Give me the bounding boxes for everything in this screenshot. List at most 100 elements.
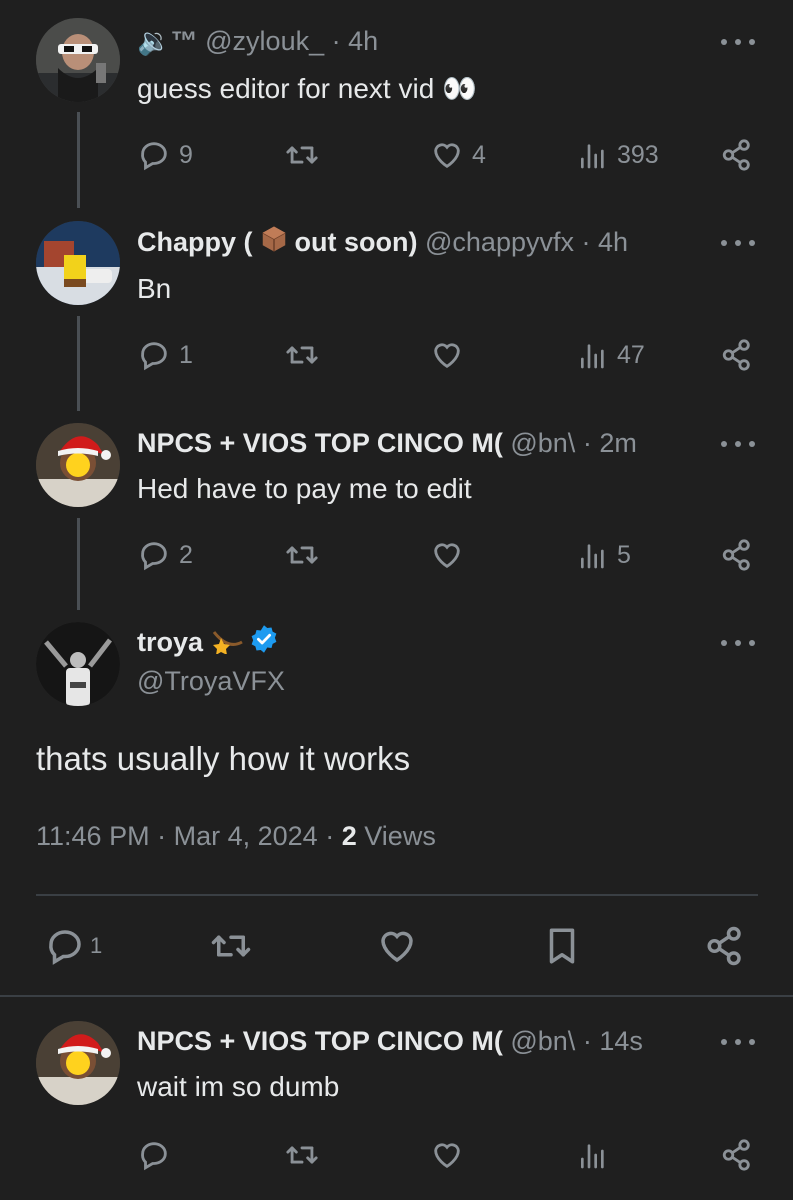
retweet-button[interactable]	[284, 338, 320, 372]
more-icon[interactable]	[721, 1032, 755, 1052]
reply-button[interactable]	[137, 1138, 171, 1172]
retweet-icon	[211, 935, 251, 957]
retweet-button[interactable]	[209, 925, 253, 967]
thread-line	[77, 112, 80, 208]
retweet-icon	[286, 146, 318, 164]
reply-button[interactable]: 9	[137, 138, 193, 172]
reply-button[interactable]: 2	[137, 538, 193, 572]
more-icon[interactable]	[721, 633, 755, 653]
tweet-text: Bn	[137, 273, 172, 304]
like-button[interactable]	[430, 1138, 464, 1172]
thread-line	[77, 518, 80, 610]
separator: ·	[325, 821, 335, 851]
share-button[interactable]	[720, 138, 754, 172]
like-button[interactable]	[376, 925, 418, 967]
bookmark-icon	[549, 928, 575, 964]
views-button[interactable]: 5	[577, 538, 631, 572]
tweet-author-handle[interactable]: @bn\	[510, 428, 575, 459]
shooting-star-icon	[211, 624, 245, 661]
more-icon[interactable]	[721, 32, 755, 52]
tweet-time[interactable]: 4h	[348, 26, 378, 57]
share-button[interactable]	[720, 538, 754, 572]
main-tweet-date[interactable]: Mar 4, 2024	[174, 821, 318, 851]
more-icon[interactable]	[721, 233, 755, 253]
avatar[interactable]	[36, 1021, 120, 1105]
share-icon	[722, 539, 750, 571]
tweet-author-handle[interactable]: @zylouk_	[205, 26, 324, 57]
tweet-time[interactable]: 2m	[599, 428, 637, 459]
separator: ·	[331, 25, 341, 56]
views-icon	[581, 1144, 604, 1169]
views-count: 47	[617, 340, 645, 369]
reply-icon	[141, 142, 167, 171]
tweet-text: guess editor for next vid 👀	[137, 73, 477, 104]
separator: ·	[582, 427, 592, 458]
views-button[interactable]: 47	[577, 338, 645, 372]
tweet-author-name-start[interactable]: Chappy (	[137, 227, 253, 258]
tweet-author-name[interactable]: 🔉™	[137, 25, 198, 57]
like-button[interactable]	[430, 538, 464, 572]
retweet-icon	[286, 346, 318, 364]
tweet-header: Chappy ( out soon) @chappyvfx · 4h	[137, 222, 628, 262]
views-button[interactable]	[577, 1138, 609, 1172]
avatar[interactable]	[36, 622, 120, 706]
reply-count: 2	[179, 540, 193, 569]
more-icon[interactable]	[721, 434, 755, 454]
separator: ·	[157, 821, 167, 851]
main-author-handle[interactable]: @TroyaVFX	[137, 666, 285, 697]
reply-icon	[141, 542, 167, 571]
reply-count: 1	[179, 340, 193, 369]
share-button[interactable]	[720, 338, 754, 372]
like-button[interactable]: 4	[430, 138, 486, 172]
tweet-author-name-end[interactable]: out soon)	[295, 227, 418, 258]
avatar[interactable]	[36, 18, 120, 102]
reply-icon	[141, 342, 167, 371]
main-tweet-text: thats usually how it works	[36, 740, 411, 777]
retweet-button[interactable]	[284, 1138, 320, 1172]
tweet-author-handle[interactable]: @bn\	[510, 1026, 575, 1057]
reply-count: 9	[179, 140, 193, 169]
verified-icon	[249, 624, 279, 661]
like-button[interactable]	[430, 338, 464, 372]
reply-icon	[141, 1142, 167, 1171]
main-author-name[interactable]: troya	[137, 627, 203, 658]
like-count: 4	[472, 140, 486, 169]
share-button[interactable]	[704, 925, 746, 967]
reply-button[interactable]: 1	[44, 925, 102, 967]
share-icon	[707, 926, 741, 966]
bookmark-button[interactable]	[541, 925, 583, 967]
main-tweet-meta: 11:46 PM · Mar 4, 2024 · 2 Views	[36, 821, 436, 852]
tweet-header: 🔉™ @zylouk_ · 4h	[137, 21, 378, 61]
views-count: 5	[617, 540, 631, 569]
share-button[interactable]	[720, 1138, 754, 1172]
avatar[interactable]	[36, 423, 120, 507]
like-icon	[434, 343, 460, 369]
share-icon	[722, 339, 750, 371]
like-icon	[434, 1143, 460, 1169]
views-count: 393	[617, 140, 659, 169]
main-author-line: troya	[137, 622, 279, 662]
divider	[36, 894, 758, 896]
reply-button[interactable]: 1	[137, 338, 193, 372]
share-icon	[722, 139, 750, 171]
reply-icon	[49, 930, 81, 965]
tweet-time[interactable]: 4h	[598, 227, 628, 258]
reply-count: 1	[90, 933, 103, 958]
tweet-header: NPCS + VIOS TOP CINCO M( @bn\ · 14s	[137, 1021, 717, 1061]
main-views-label: Views	[364, 821, 436, 851]
tweet-author-handle[interactable]: @chappyvfx	[425, 227, 574, 258]
main-tweet-time[interactable]: 11:46 PM	[36, 821, 150, 851]
tweet-text: wait im so dumb	[137, 1071, 340, 1102]
divider	[0, 995, 793, 997]
retweet-button[interactable]	[284, 538, 320, 572]
tweet-author-name[interactable]: NPCS + VIOS TOP CINCO M(	[137, 428, 503, 459]
retweet-icon	[286, 1146, 318, 1164]
tweet-text: Hed have to pay me to edit	[137, 473, 472, 504]
retweet-button[interactable]	[284, 138, 320, 172]
avatar[interactable]	[36, 221, 120, 305]
like-icon	[434, 543, 460, 569]
views-button[interactable]: 393	[577, 138, 659, 172]
tweet-author-name[interactable]: NPCS + VIOS TOP CINCO M(	[137, 1026, 503, 1057]
tweet-time[interactable]: 14s	[599, 1026, 643, 1057]
retweet-icon	[286, 546, 318, 564]
